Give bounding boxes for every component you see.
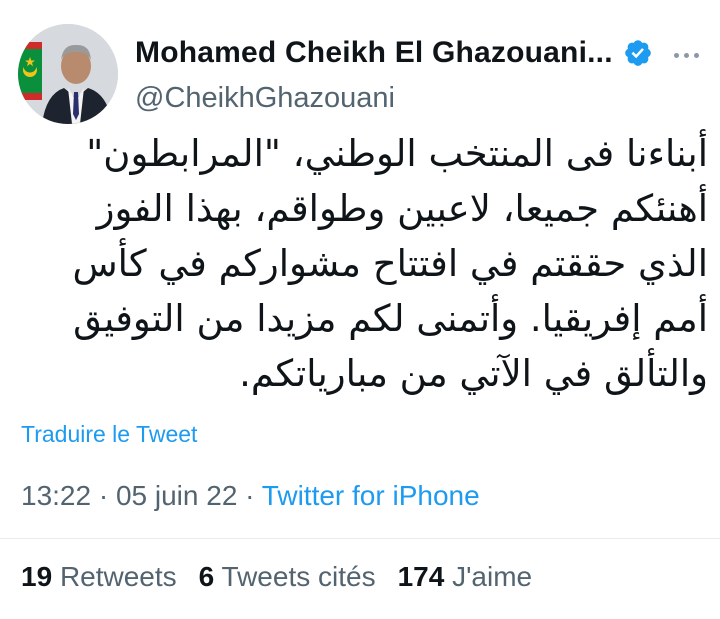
likes-stat[interactable]: 174 J'aime bbox=[398, 561, 533, 593]
name-row: Mohamed Cheikh El Ghazouani... bbox=[135, 34, 655, 72]
retweets-stat[interactable]: 19 Retweets bbox=[21, 561, 177, 593]
retweets-label: Retweets bbox=[59, 561, 177, 592]
tweet-text-line: أبناءنا فى المنتخب الوطني، "المرابطون" bbox=[86, 132, 708, 175]
translate-tweet-link[interactable]: Traduire le Tweet bbox=[21, 421, 197, 448]
tweet-time[interactable]: 13:22 bbox=[21, 480, 91, 511]
tweet-text-line: والتألق في الآتي من مبارياتكم. bbox=[239, 352, 708, 395]
avatar[interactable] bbox=[18, 24, 118, 124]
tweet-text-line: أمم إفريقيا. وأتمنى لكم مزيدا من التوفيق bbox=[73, 297, 708, 340]
tweet-text: أبناءنا فى المنتخب الوطني، "المرابطون" أ… bbox=[18, 126, 709, 401]
tweet-card: Mohamed Cheikh El Ghazouani... @CheikhGh… bbox=[0, 0, 720, 619]
tweet-source-link[interactable]: Twitter for iPhone bbox=[262, 480, 480, 511]
tweet-stats: 19 Retweets 6 Tweets cités 174 J'aime bbox=[21, 561, 554, 593]
divider bbox=[0, 538, 720, 539]
display-name[interactable]: Mohamed Cheikh El Ghazouani... bbox=[135, 36, 613, 70]
author-block: Mohamed Cheikh El Ghazouani... @CheikhGh… bbox=[135, 34, 655, 115]
quote-tweets-stat[interactable]: 6 Tweets cités bbox=[199, 561, 376, 593]
avatar-image bbox=[18, 24, 118, 124]
meta-separator: · bbox=[91, 480, 116, 511]
likes-label: J'aime bbox=[452, 561, 533, 592]
quote-tweets-label: Tweets cités bbox=[221, 561, 376, 592]
tweet-date[interactable]: 05 juin 22 bbox=[116, 480, 237, 511]
author-handle[interactable]: @CheikhGhazouani bbox=[135, 82, 655, 115]
retweets-count: 19 bbox=[21, 561, 53, 592]
quote-tweets-count: 6 bbox=[198, 561, 215, 592]
tweet-text-line: الذي حققتم في افتتاح مشواركم في كأس bbox=[72, 242, 709, 285]
meta-separator: · bbox=[237, 480, 262, 511]
more-options-icon[interactable] bbox=[666, 40, 706, 70]
tweet-meta: 13:22 · 05 juin 22 · Twitter for iPhone bbox=[21, 480, 480, 512]
likes-count: 174 bbox=[397, 561, 445, 592]
tweet-text-line: أهنئكم جميعا، لاعبين وطواقم، بهذا الفوز bbox=[96, 187, 708, 230]
verified-badge-icon bbox=[624, 40, 651, 66]
